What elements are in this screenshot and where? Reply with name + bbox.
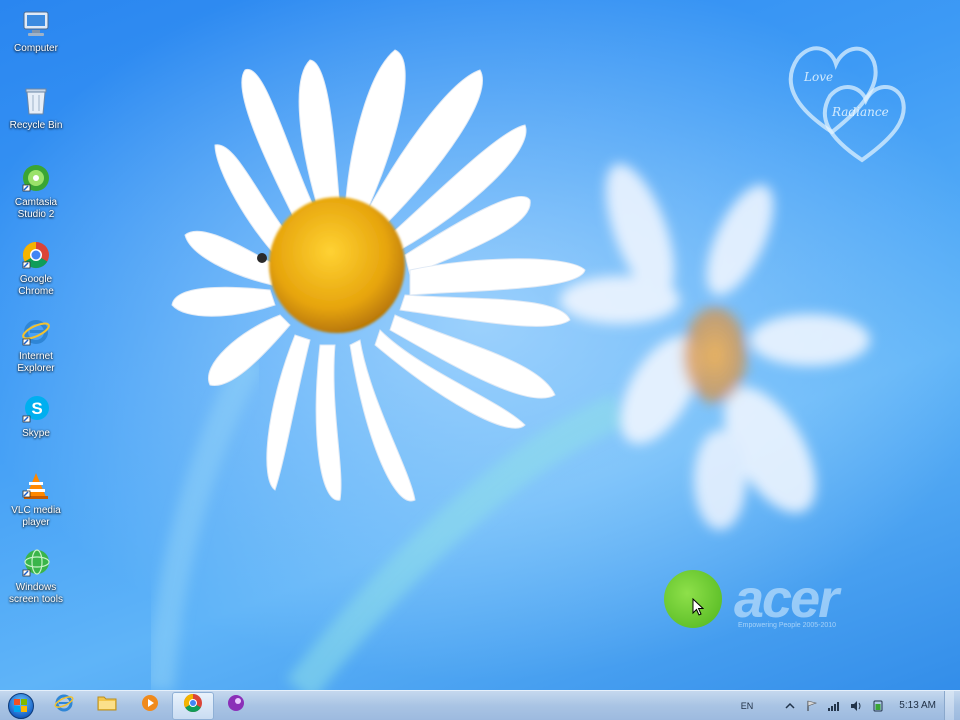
recycle-bin-icon — [20, 85, 52, 117]
desktop-icons: Computer Recycle Bin Camtasia Studio 2 G… — [4, 4, 68, 620]
vlc-icon — [20, 470, 52, 502]
desktop-icon-recycle-bin[interactable]: Recycle Bin — [4, 81, 68, 158]
globe-icon — [20, 547, 52, 579]
desktop-icon-skype[interactable]: S Skype — [4, 389, 68, 466]
desktop-icon-internet-explorer[interactable]: Internet Explorer — [4, 312, 68, 389]
desktop-icon-label: Recycle Bin — [9, 120, 63, 131]
taskbar-chrome-button[interactable] — [172, 691, 214, 720]
desktop-icon-label: Windows screen tools — [9, 582, 63, 605]
volume-icon[interactable] — [849, 699, 863, 713]
taskbar-app-button[interactable] — [215, 692, 257, 720]
desktop-icon-google-chrome[interactable]: Google Chrome — [4, 235, 68, 312]
acer-tagline: Empowering People 2005-2010 — [738, 622, 837, 629]
ie-icon — [20, 316, 52, 348]
purple-app-icon — [226, 693, 246, 718]
svg-text:S: S — [31, 399, 42, 418]
desktop: Computer Recycle Bin Camtasia Studio 2 G… — [0, 0, 960, 690]
flag-icon[interactable] — [805, 699, 819, 713]
camtasia-icon — [20, 162, 52, 194]
desktop-icon-camtasia[interactable]: Camtasia Studio 2 — [4, 158, 68, 235]
show-desktop-button[interactable] — [944, 690, 954, 720]
hearts-text-1: Love — [803, 70, 833, 84]
daisy-center — [269, 197, 405, 333]
system-tray: EN 5:13 AM — [741, 690, 960, 720]
chrome-icon — [20, 239, 52, 271]
taskbar-media-button[interactable] — [129, 692, 171, 720]
mouse-cursor-icon — [692, 598, 704, 616]
skype-icon: S — [20, 393, 52, 425]
taskbar: EN 5:13 AM — [0, 690, 960, 720]
windows-logo-icon — [8, 692, 34, 719]
start-button[interactable] — [0, 691, 42, 720]
hearts-logo: Love Radiance — [788, 46, 906, 163]
battery-icon[interactable] — [871, 699, 885, 713]
network-icon[interactable] — [827, 699, 841, 713]
media-player-icon — [140, 693, 160, 718]
folder-icon — [97, 694, 117, 717]
desktop-icon-label: Computer — [14, 43, 58, 54]
chrome-icon — [183, 693, 203, 718]
desktop-icon-label: Skype — [22, 428, 50, 439]
desktop-icon-label: Google Chrome — [18, 274, 54, 297]
language-indicator[interactable]: EN — [741, 701, 754, 711]
desktop-icon-computer[interactable]: Computer — [4, 4, 68, 81]
desktop-icon-windows-screen-tools[interactable]: Windows screen tools — [4, 543, 68, 620]
acer-wordmark: acer — [734, 569, 839, 629]
desktop-icon-vlc[interactable]: VLC media player — [4, 466, 68, 543]
computer-icon — [20, 8, 52, 40]
hearts-text-2: Radiance — [831, 105, 889, 119]
desktop-icon-label: VLC media player — [11, 505, 61, 528]
ie-icon — [54, 693, 74, 718]
chevron-up-icon[interactable] — [783, 699, 797, 713]
desktop-icon-label: Internet Explorer — [17, 351, 55, 374]
clock[interactable]: 5:13 AM — [899, 700, 936, 711]
taskbar-ie-button[interactable] — [43, 692, 85, 720]
taskbar-explorer-button[interactable] — [86, 692, 128, 720]
desktop-icon-label: Camtasia Studio 2 — [14, 197, 58, 220]
